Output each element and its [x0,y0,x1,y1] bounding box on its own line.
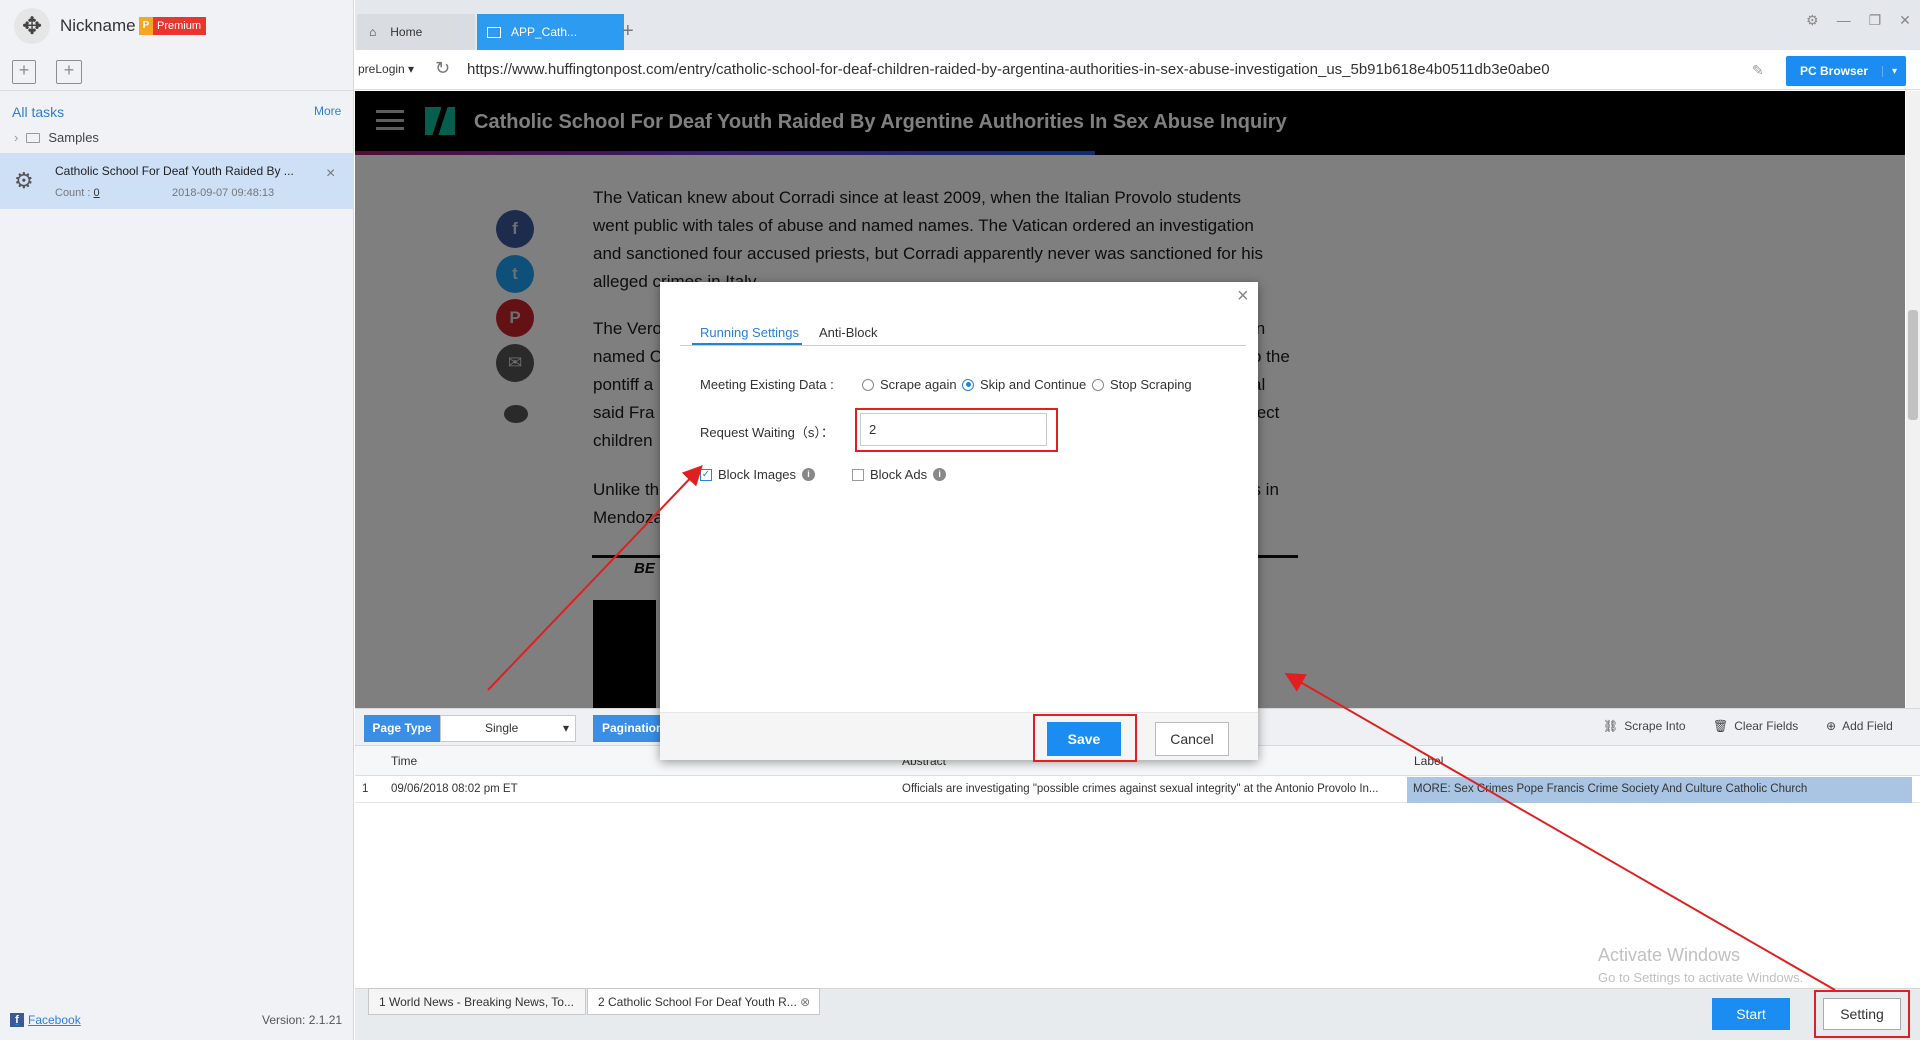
arrow-from-setting [1284,673,1836,991]
annotation-arrows [487,465,1836,991]
arrow-to-block-images [487,465,703,691]
